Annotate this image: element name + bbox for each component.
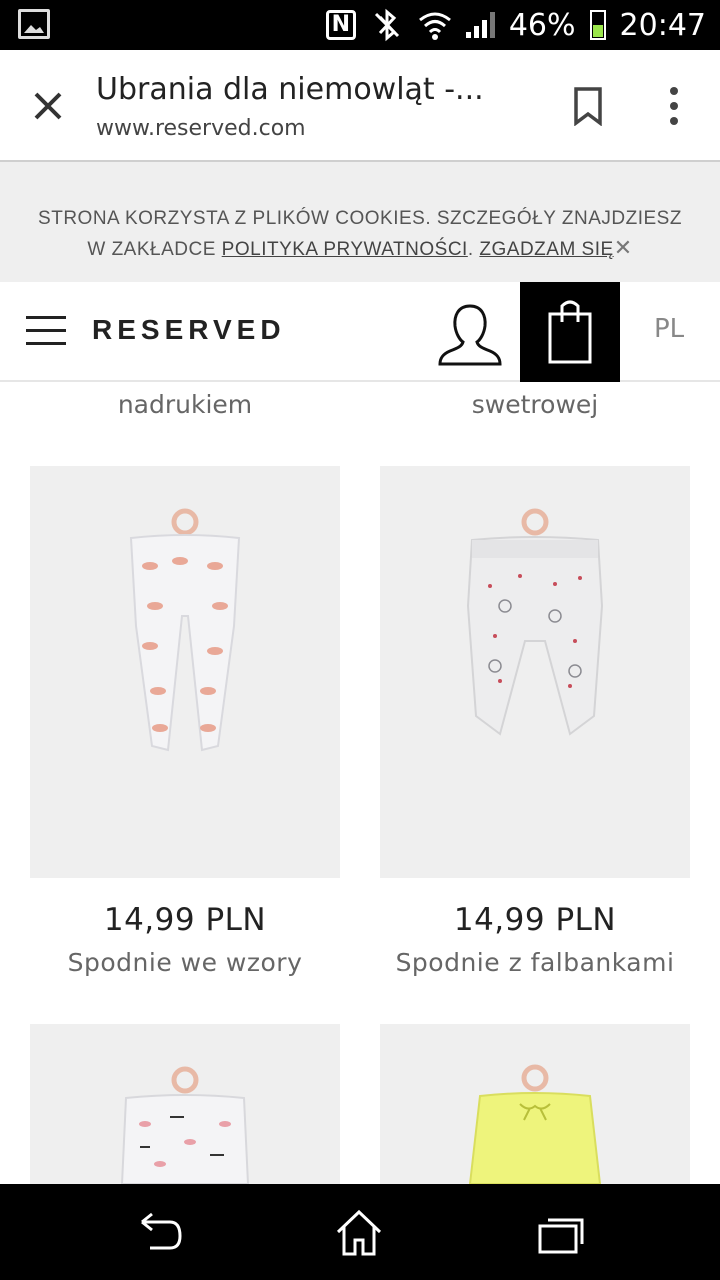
home-button[interactable] (334, 1208, 384, 1258)
recent-apps-icon (538, 1218, 584, 1254)
close-cookie-icon[interactable]: ✕ (614, 235, 633, 260)
product-image[interactable] (30, 466, 340, 878)
accept-cookies-link[interactable]: ZGADZAM SIĘ (479, 239, 613, 260)
close-tab-button[interactable] (28, 86, 68, 126)
shopping-bag-icon (548, 300, 592, 364)
product-name-fragment[interactable]: swetrowej (380, 390, 690, 419)
product-card[interactable]: 14,99 PLN Spodnie we wzory (30, 466, 340, 977)
patterned-leggings-image (129, 508, 241, 752)
page-title: Ubrania dla niemowląt -... (96, 72, 484, 107)
yellow-trousers-image (468, 1064, 602, 1185)
cart-button[interactable] (520, 282, 620, 382)
gallery-notification-icon (18, 9, 50, 39)
more-vertical-icon (670, 87, 678, 125)
overflow-menu-button[interactable] (664, 86, 684, 126)
product-name[interactable]: Spodnie z falbankami (380, 948, 690, 977)
product-name-fragment[interactable]: nadrukiem (30, 390, 340, 419)
hey-print-trousers-image (120, 1066, 250, 1185)
wifi-icon (418, 12, 451, 40)
product-price: 14,99 PLN (103, 902, 267, 938)
product-image[interactable] (30, 1024, 340, 1185)
back-button[interactable] (134, 1208, 184, 1258)
user-silhouette-icon (438, 304, 502, 366)
product-card[interactable] (30, 1024, 340, 1185)
site-header: RESERVED PL (0, 282, 720, 382)
product-price: 14,99 PLN (453, 902, 617, 938)
ruffle-trousers-image (466, 508, 604, 736)
status-icons: N 46% 20:47 (325, 0, 706, 50)
page-url[interactable]: www.reserved.com (96, 116, 306, 141)
language-selector[interactable]: PL (654, 314, 684, 344)
system-navigation-bar (0, 1184, 720, 1280)
battery-icon (589, 10, 606, 40)
home-icon (336, 1209, 382, 1256)
bluetooth-off-icon (374, 8, 399, 42)
product-card[interactable] (380, 1024, 690, 1185)
back-icon (141, 1212, 182, 1250)
close-icon (34, 92, 62, 120)
site-logo[interactable]: RESERVED (92, 314, 286, 346)
signal-icon (465, 12, 495, 38)
product-card[interactable]: 14,99 PLN Spodnie z falbankami (380, 466, 690, 977)
previous-row-names: nadrukiem swetrowej (0, 382, 720, 432)
battery-percent: 46% (508, 7, 576, 43)
status-bar: N 46% 20:47 (0, 0, 720, 50)
clock: 20:47 (619, 7, 706, 43)
bookmark-button[interactable] (572, 86, 604, 127)
cookie-banner: STRONA KORZYSTA Z PLIKÓW COOKIES. SZCZEG… (0, 162, 720, 282)
cookie-separator: . (467, 239, 480, 260)
bookmark-icon (574, 87, 602, 127)
account-icon[interactable] (436, 302, 504, 366)
product-name[interactable]: Spodnie we wzory (30, 948, 340, 977)
nfc-icon: N (325, 10, 356, 40)
product-image[interactable] (380, 1024, 690, 1185)
product-image[interactable] (380, 466, 690, 878)
privacy-policy-link[interactable]: POLITYKA PRYWATNOŚCI (222, 239, 468, 260)
recent-apps-button[interactable] (536, 1208, 586, 1258)
browser-toolbar: Ubrania dla niemowląt -... www.reserved.… (0, 50, 720, 162)
hamburger-menu-icon[interactable] (26, 316, 66, 348)
